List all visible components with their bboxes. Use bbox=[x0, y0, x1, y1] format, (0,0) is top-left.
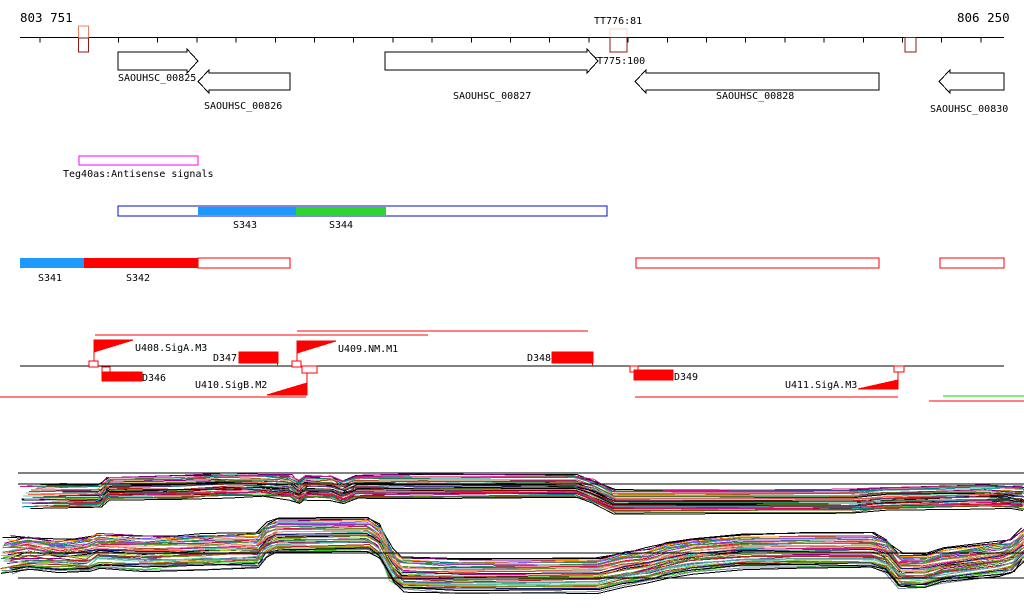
signal-box-D347[interactable] bbox=[238, 351, 279, 364]
segment-S344[interactable] bbox=[296, 207, 386, 215]
antisense-box[interactable] bbox=[78, 155, 199, 166]
antisense-signal-track: Teg40as:Antisense signals bbox=[63, 155, 214, 180]
tss-anchor-U411.SigA.M3[interactable] bbox=[893, 365, 905, 373]
tss-flag-U409.NM.M1[interactable] bbox=[296, 340, 337, 354]
signal-box-D349[interactable] bbox=[633, 369, 674, 381]
gene-label: SAOUHSC_00830 bbox=[930, 104, 1008, 115]
tss-flag-U410.SigB.M2[interactable] bbox=[266, 382, 308, 396]
signal-box-D348[interactable] bbox=[551, 351, 594, 364]
segment-S342[interactable] bbox=[84, 258, 198, 268]
tt776-marker-upper[interactable] bbox=[609, 28, 628, 39]
tt775-label: TT775:100 bbox=[591, 56, 645, 67]
terminator-box-lower[interactable] bbox=[77, 37, 90, 53]
segment-label: S344 bbox=[329, 220, 353, 231]
terminator-box-right[interactable] bbox=[904, 36, 917, 53]
ruler-start-coordinate: 803 751 bbox=[20, 10, 73, 25]
gene-label: SAOUHSC_00826 bbox=[204, 101, 282, 112]
signal-box-D346[interactable] bbox=[101, 371, 143, 382]
tss-signal-track: U408.SigA.M3 U409.NM.M1 U410.SigB.M2 U411.S… bbox=[0, 330, 1024, 402]
segment-label: S341 bbox=[38, 273, 62, 284]
tss-label: U410.SigB.M2 bbox=[195, 380, 267, 391]
signal-label: D348 bbox=[527, 353, 551, 364]
gene-annotation-track: SAOUHSC_00825 SAOUHSC_00826 SAOUHSC_00827 S… bbox=[117, 47, 1008, 115]
tt776-label: TT776:81 bbox=[594, 16, 642, 27]
signal-label: D346 bbox=[142, 373, 166, 384]
tss-flag-U408.SigA.M3[interactable] bbox=[93, 339, 134, 353]
ruler-end-coordinate: 806 250 bbox=[957, 10, 1010, 25]
terminator-box-upper[interactable] bbox=[77, 25, 90, 39]
gene-arrow-SAOUHSC_00825[interactable] bbox=[117, 47, 199, 75]
gene-label: SAOUHSC_00825 bbox=[118, 73, 196, 84]
tss-label: U411.SigA.M3 bbox=[785, 380, 857, 391]
tss-label: U409.NM.M1 bbox=[338, 344, 398, 355]
tss-anchor-U409.NM.M1[interactable] bbox=[291, 360, 302, 368]
tss-anchor-U408.SigA.M3[interactable] bbox=[88, 360, 99, 368]
segment-label: S343 bbox=[233, 220, 257, 231]
segment-open-box[interactable] bbox=[635, 257, 880, 269]
segment-track: S343 S344 S341 S342 bbox=[20, 205, 1005, 284]
antisense-label: Teg40as:Antisense signals bbox=[63, 169, 214, 180]
gene-arrow-SAOUHSC_00826[interactable] bbox=[197, 68, 291, 95]
signal-label: D349 bbox=[674, 372, 698, 383]
tss-label: U408.SigA.M3 bbox=[135, 343, 207, 354]
genome-tracks-canvas: 803 751 806 250 TT776:81 TT775:100 SAOUHSC_… bbox=[0, 10, 1024, 595]
gene-label: SAOUHSC_00827 bbox=[453, 91, 531, 102]
segment-label: S342 bbox=[126, 273, 150, 284]
tss-anchor-U410.SigB.M2[interactable] bbox=[301, 365, 318, 374]
tss-flag-U411.SigA.M3[interactable] bbox=[857, 379, 899, 390]
signal-label: D347 bbox=[213, 353, 237, 364]
gene-label: SAOUHSC_00828 bbox=[716, 91, 794, 102]
gene-arrow-SAOUHSC_00830[interactable] bbox=[938, 68, 1005, 95]
segment-open-box[interactable] bbox=[939, 257, 1005, 269]
segment-S341[interactable] bbox=[20, 258, 84, 268]
gene-arrow-SAOUHSC_00827[interactable] bbox=[384, 47, 599, 75]
expression-profile-track bbox=[0, 472, 1024, 595]
segment-open-box[interactable] bbox=[197, 257, 291, 269]
segment-S343[interactable] bbox=[198, 207, 296, 215]
tt776-marker-lower[interactable] bbox=[609, 36, 628, 53]
gene-arrow-SAOUHSC_00828[interactable] bbox=[634, 68, 880, 95]
genome-browser-view: 803 751 806 250 TT776:81 TT775:100 SAOUHSC_… bbox=[0, 0, 1024, 611]
